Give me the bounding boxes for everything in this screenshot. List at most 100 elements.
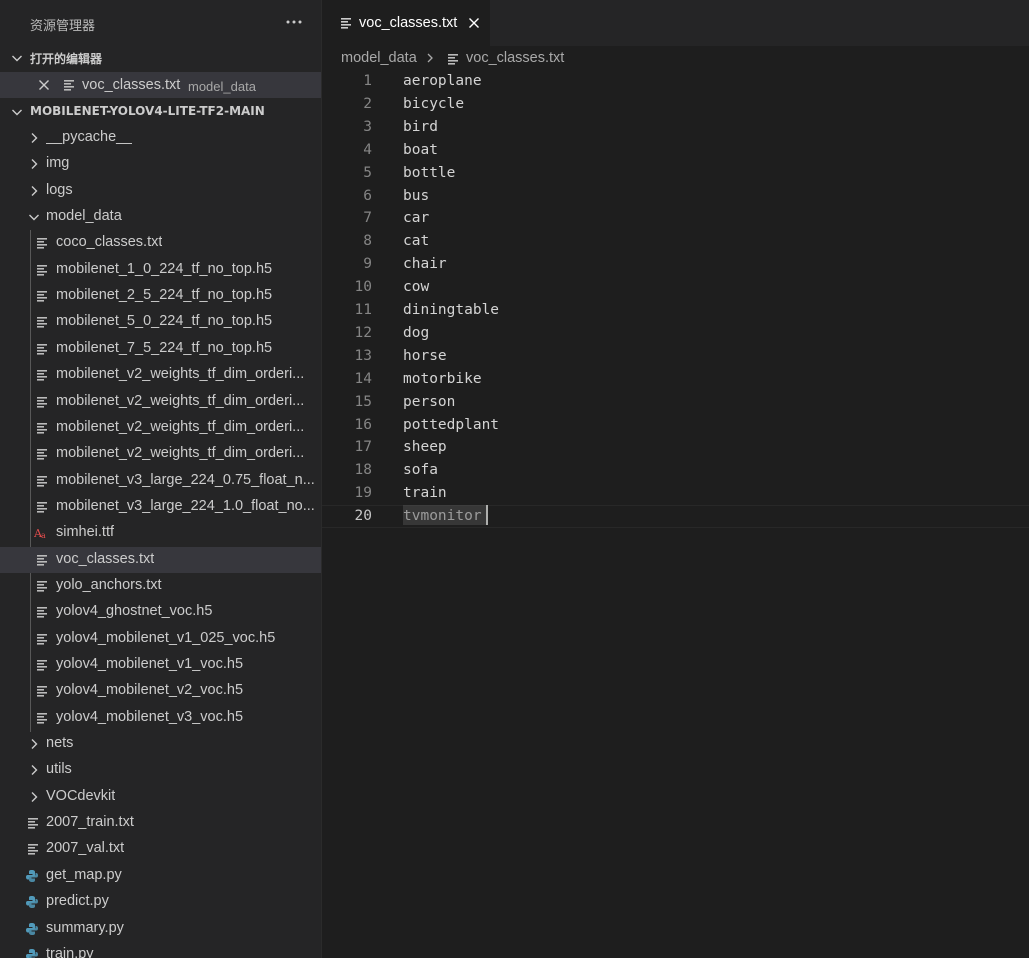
code-line[interactable]: 11 diningtable	[322, 299, 1029, 322]
line-number: 16	[354, 417, 372, 433]
line-number: 11	[354, 302, 372, 318]
code-line[interactable]: 14 motorbike	[322, 368, 1029, 391]
tree-item-label: nets	[46, 735, 74, 751]
close-icon[interactable]	[36, 77, 52, 93]
code-line[interactable]: 10 cow	[322, 276, 1029, 299]
code-line[interactable]: 15 person	[322, 391, 1029, 414]
code-line[interactable]: 5 bottle	[322, 162, 1029, 185]
line-text: chair	[403, 256, 447, 272]
file-item[interactable]: Aa simhei.ttf	[0, 520, 321, 546]
file-item[interactable]: mobilenet_v3_large_224_1.0_float_no...	[0, 494, 321, 520]
file-item[interactable]: yolov4_mobilenet_v1_025_voc.h5	[0, 626, 321, 652]
tree-item-label: yolov4_mobilenet_v3_voc.h5	[56, 709, 244, 725]
code-line[interactable]: 9 chair	[322, 253, 1029, 276]
file-item[interactable]: mobilenet_v3_large_224_0.75_float_n...	[0, 468, 321, 494]
tree-item-label: VOCdevkit	[46, 788, 116, 804]
svg-text:a: a	[41, 531, 46, 540]
breadcrumb-file[interactable]: voc_classes.txt	[466, 50, 564, 66]
file-item[interactable]: get_map.py	[0, 863, 321, 889]
ellipsis-icon[interactable]	[282, 10, 306, 34]
folder-item[interactable]: img	[0, 151, 321, 177]
workspace-header[interactable]: MOBILENET-YOLOV4-LITE-TF2-MAIN	[0, 100, 321, 124]
code-line[interactable]: 12 dog	[322, 322, 1029, 345]
line-text: car	[403, 210, 430, 226]
breadcrumb-folder[interactable]: model_data	[341, 50, 417, 66]
file-item[interactable]: mobilenet_v2_weights_tf_dim_orderi...	[0, 362, 321, 388]
close-icon[interactable]	[466, 15, 482, 31]
file-item[interactable]: voc_classes.txt	[0, 547, 321, 573]
text-file-icon	[37, 397, 47, 408]
chevron-right-icon	[31, 186, 38, 196]
file-item[interactable]: mobilenet_7_5_224_tf_no_top.h5	[0, 336, 321, 362]
vscode-window: 资源管理器 打开的编辑器 voc_classes.txt model_data …	[0, 0, 1029, 958]
code-line[interactable]: 19 train	[322, 482, 1029, 505]
tree-item-label: predict.py	[46, 893, 109, 909]
code-line[interactable]: 2 bicycle	[322, 93, 1029, 116]
line-text: motorbike	[403, 371, 482, 387]
tree-item-label: mobilenet_1_0_224_tf_no_top.h5	[56, 261, 273, 277]
tree-item-label: 2007_train.txt	[46, 814, 134, 830]
text-file-icon	[341, 18, 351, 29]
folder-item[interactable]: model_data	[0, 204, 321, 230]
file-item[interactable]: yolo_anchors.txt	[0, 573, 321, 599]
file-item[interactable]: train.py	[0, 942, 321, 958]
open-editor-item[interactable]: voc_classes.txt model_data	[0, 72, 321, 98]
file-item[interactable]: yolov4_ghostnet_voc.h5	[0, 599, 321, 625]
file-item[interactable]: mobilenet_1_0_224_tf_no_top.h5	[0, 257, 321, 283]
text-file-icon	[37, 344, 47, 355]
python-file-icon	[26, 949, 38, 958]
line-text: train	[403, 485, 447, 501]
text-file-icon	[37, 713, 47, 724]
tab-voc-classes[interactable]: voc_classes.txt	[322, 0, 490, 46]
line-text: bus	[403, 188, 430, 204]
tree-item-label: yolov4_mobilenet_v1_voc.h5	[56, 656, 244, 672]
tree-item-label: mobilenet_v2_weights_tf_dim_orderi...	[56, 366, 305, 382]
folder-item[interactable]: logs	[0, 178, 321, 204]
tree-item-label: train.py	[46, 946, 94, 958]
tree-item-label: logs	[46, 182, 73, 198]
open-editor-filename: voc_classes.txt	[82, 77, 181, 93]
code-line[interactable]: 4 boat	[322, 139, 1029, 162]
file-item[interactable]: yolov4_mobilenet_v2_voc.h5	[0, 678, 321, 704]
chevron-down-icon	[12, 109, 22, 116]
code-line[interactable]: 17 sheep	[322, 436, 1029, 459]
text-file-icon	[28, 844, 38, 855]
code-line[interactable]: 1 aeroplane	[322, 70, 1029, 93]
tree-item-label: utils	[46, 761, 72, 777]
open-editors-header[interactable]: 打开的编辑器	[0, 46, 321, 70]
breadcrumb: model_data voc_classes.txt	[322, 46, 1029, 70]
file-item[interactable]: yolov4_mobilenet_v3_voc.h5	[0, 705, 321, 731]
code-line[interactable]: 7 car	[322, 207, 1029, 230]
line-text: bottle	[403, 165, 456, 181]
file-item[interactable]: mobilenet_2_5_224_tf_no_top.h5	[0, 283, 321, 309]
line-text: sofa	[403, 462, 438, 478]
file-item[interactable]: summary.py	[0, 916, 321, 942]
folder-item[interactable]: __pycache__	[0, 125, 321, 151]
code-line[interactable]: 6 bus	[322, 185, 1029, 208]
text-file-icon	[37, 317, 47, 328]
file-item[interactable]: predict.py	[0, 889, 321, 915]
line-number: 15	[354, 394, 372, 410]
file-item[interactable]: 2007_train.txt	[0, 810, 321, 836]
file-item[interactable]: mobilenet_v2_weights_tf_dim_orderi...	[0, 415, 321, 441]
file-item[interactable]: 2007_val.txt	[0, 836, 321, 862]
code-line[interactable]: 8 cat	[322, 230, 1029, 253]
tree-item-label: yolov4_mobilenet_v1_025_voc.h5	[56, 630, 276, 646]
code-line[interactable]: 18 sofa	[322, 459, 1029, 482]
text-file-icon	[64, 80, 74, 91]
code-line[interactable]: 16 pottedplant	[322, 414, 1029, 437]
folder-item[interactable]: nets	[0, 731, 321, 757]
folder-item[interactable]: utils	[0, 757, 321, 783]
file-item[interactable]: mobilenet_v2_weights_tf_dim_orderi...	[0, 441, 321, 467]
open-editors-label: 打开的编辑器	[30, 52, 103, 66]
code-line[interactable]: 13 horse	[322, 345, 1029, 368]
folder-item[interactable]: VOCdevkit	[0, 784, 321, 810]
file-item[interactable]: mobilenet_5_0_224_tf_no_top.h5	[0, 309, 321, 335]
tree-item-label: mobilenet_v3_large_224_0.75_float_n...	[56, 472, 315, 488]
file-item[interactable]: coco_classes.txt	[0, 230, 321, 256]
font-file-icon: Aa	[34, 527, 46, 540]
line-text: dog	[403, 325, 430, 341]
code-line[interactable]: 3 bird	[322, 116, 1029, 139]
file-item[interactable]: mobilenet_v2_weights_tf_dim_orderi...	[0, 389, 321, 415]
file-item[interactable]: yolov4_mobilenet_v1_voc.h5	[0, 652, 321, 678]
